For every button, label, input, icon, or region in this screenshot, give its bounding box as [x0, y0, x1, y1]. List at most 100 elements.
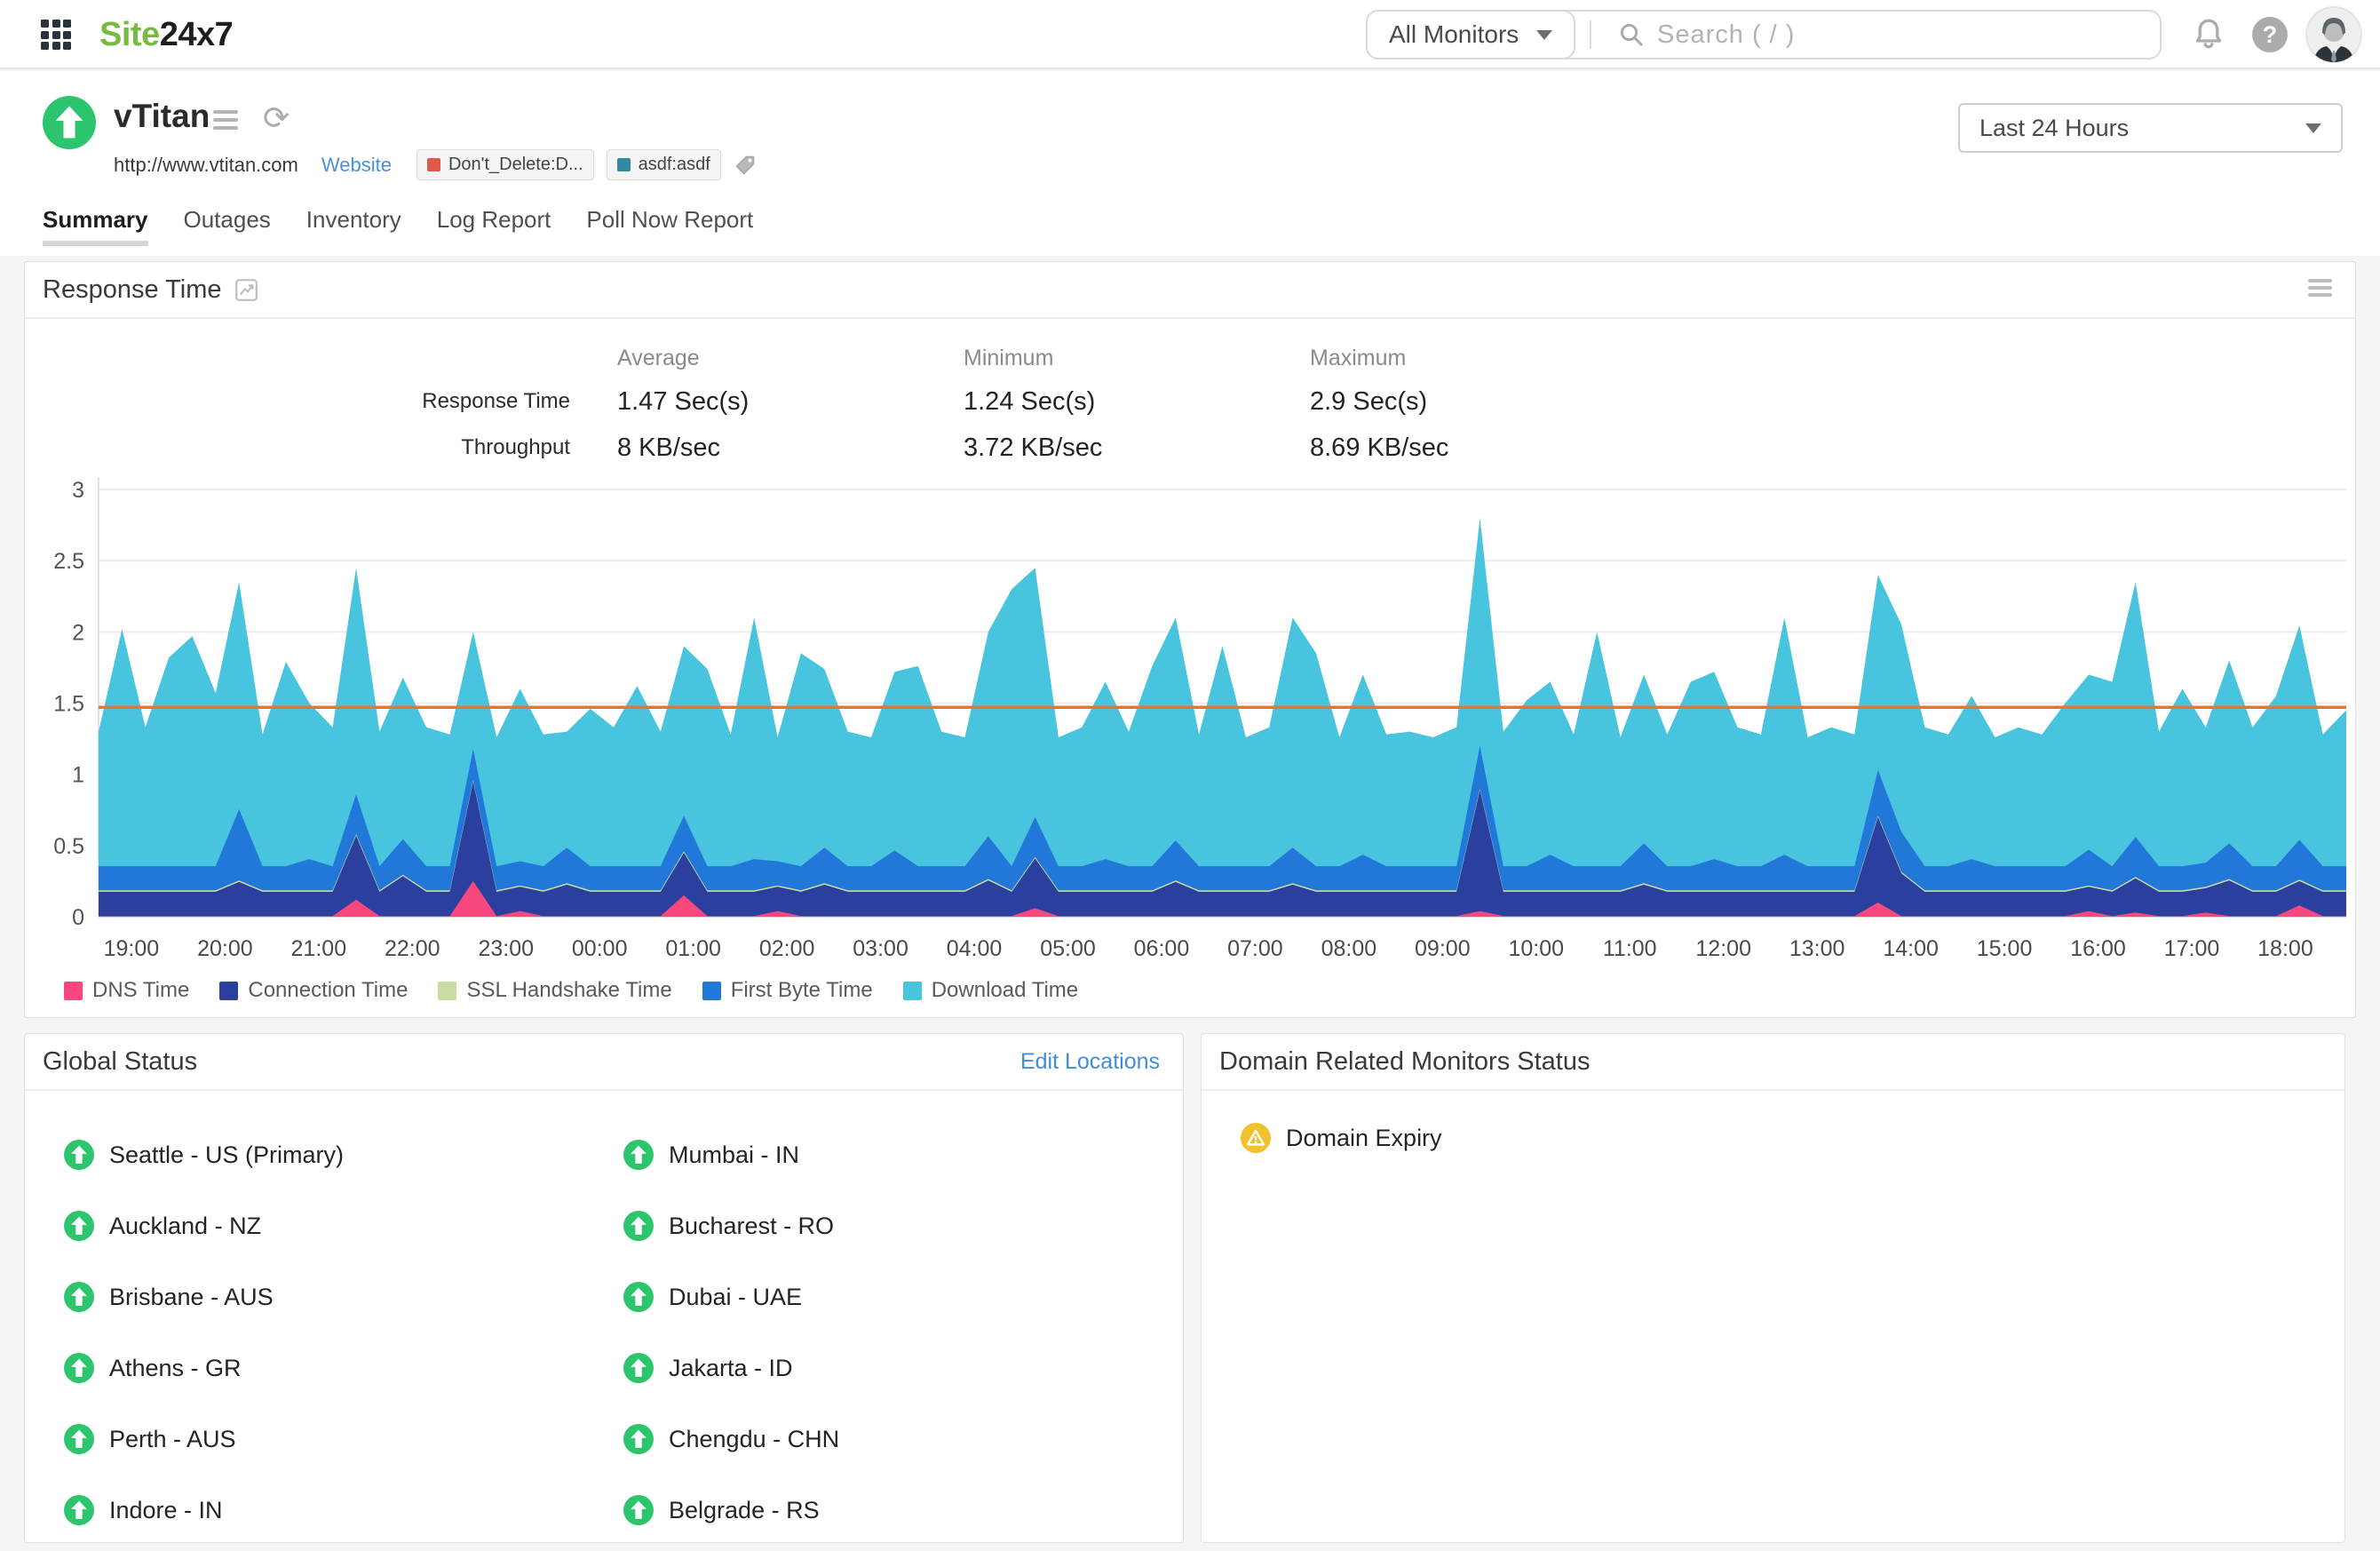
- help-icon[interactable]: ?: [2252, 17, 2288, 52]
- x-tick-label: 23:00: [478, 936, 534, 960]
- response-time-panel: Response Time AverageMinimumMaximumRespo…: [24, 261, 2356, 1018]
- monitor-scope-dropdown[interactable]: All Monitors: [1366, 10, 1575, 60]
- location-name: Indore - IN: [109, 1497, 223, 1524]
- site24x7-logo[interactable]: Site24x7: [99, 16, 233, 54]
- x-tick-label: 16:00: [2070, 936, 2126, 960]
- chevron-down-icon: [2305, 123, 2321, 133]
- x-tick-label: 17:00: [2164, 936, 2220, 960]
- tab-inventory[interactable]: Inventory: [306, 206, 401, 246]
- status-up-icon: [64, 1495, 94, 1525]
- x-tick-label: 06:00: [1134, 936, 1190, 960]
- x-tick-label: 02:00: [759, 936, 815, 960]
- location-name: Seattle - US (Primary): [109, 1141, 344, 1169]
- x-tick-label: 01:00: [665, 936, 721, 960]
- stats-value: 1.47 Sec(s): [581, 381, 927, 422]
- y-tick-label: 3: [72, 478, 84, 503]
- x-tick-label: 04:00: [947, 936, 1003, 960]
- chevron-down-icon: [1536, 30, 1552, 40]
- global-status-panel: Global Status Edit Locations Seattle - U…: [24, 1033, 1184, 1543]
- domain-monitors-panel: Domain Related Monitors Status Domain Ex…: [1201, 1033, 2345, 1543]
- monitor-scope-label: All Monitors: [1389, 20, 1536, 49]
- legend-swatch: [64, 982, 83, 1000]
- location-name: Bucharest - RO: [669, 1213, 834, 1240]
- logo-24x7: 24x7: [160, 16, 234, 53]
- legend-item-download-time[interactable]: Download Time: [903, 978, 1078, 1003]
- user-avatar[interactable]: [2305, 6, 2362, 63]
- y-tick-label: 2.5: [53, 549, 84, 574]
- response-chart[interactable]: 00.511.522.5319:0020:0021:0022:0023:0000…: [25, 463, 2357, 960]
- legend-item-connection-time[interactable]: Connection Time: [219, 978, 408, 1003]
- location-name: Auckland - NZ: [109, 1213, 261, 1240]
- chart-edit-icon[interactable]: [234, 278, 258, 302]
- location-name: Chengdu - CHN: [669, 1426, 839, 1453]
- notifications-bell-icon[interactable]: [2190, 16, 2227, 53]
- panel-menu-icon[interactable]: [2308, 279, 2332, 300]
- x-tick-label: 21:00: [291, 936, 347, 960]
- legend-swatch: [903, 982, 922, 1000]
- x-tick-label: 13:00: [1789, 936, 1845, 960]
- tab-outages[interactable]: Outages: [184, 206, 271, 246]
- monitor-type-link[interactable]: Website: [321, 154, 392, 177]
- y-tick-label: 2: [72, 620, 84, 645]
- x-tick-label: 10:00: [1509, 936, 1565, 960]
- tab-poll-now-report[interactable]: Poll Now Report: [586, 206, 753, 246]
- x-tick-label: 08:00: [1321, 936, 1377, 960]
- location-item-mumbai-in: Mumbai - IN: [623, 1119, 1183, 1190]
- stats-value: 1.24 Sec(s): [927, 381, 1273, 422]
- x-tick-label: 22:00: [385, 936, 440, 960]
- status-up-icon: [64, 1282, 94, 1312]
- stats-col-average: Average: [581, 340, 927, 376]
- location-name: Jakarta - ID: [669, 1355, 793, 1382]
- stats-col-maximum: Maximum: [1273, 340, 1620, 376]
- domain-panel-title: Domain Related Monitors Status: [1219, 1047, 1590, 1077]
- search-placeholder: Search ( / ): [1657, 20, 1795, 50]
- monitor-menu-icon[interactable]: [213, 110, 238, 134]
- x-tick-label: 18:00: [2257, 936, 2313, 960]
- status-up-icon: [623, 1211, 654, 1241]
- status-up-icon: [623, 1353, 654, 1383]
- time-range-label: Last 24 Hours: [1979, 115, 2305, 142]
- edit-locations-link[interactable]: Edit Locations: [1020, 1049, 1160, 1075]
- tag-chip-asdf-asdf[interactable]: asdf:asdf: [607, 149, 721, 180]
- legend-item-dns-time[interactable]: DNS Time: [64, 978, 189, 1003]
- time-range-dropdown[interactable]: Last 24 Hours: [1958, 103, 2343, 153]
- refresh-icon[interactable]: ⟳: [263, 99, 290, 137]
- tag-chip-don-t-delete-d[interactable]: Don't_Delete:D...: [416, 149, 594, 180]
- response-panel-title: Response Time: [43, 275, 222, 305]
- x-tick-label: 12:00: [1695, 936, 1751, 960]
- app-grid-icon[interactable]: [41, 20, 71, 50]
- search-input[interactable]: Search ( / ): [1606, 12, 2160, 58]
- divider: [1590, 20, 1591, 49]
- legend-label: SSL Handshake Time: [466, 978, 671, 1003]
- status-up-icon: [623, 1495, 654, 1525]
- status-up-icon: [64, 1353, 94, 1383]
- tag-list: Don't_Delete:D... asdf:asdf: [416, 149, 721, 180]
- location-name: Dubai - UAE: [669, 1284, 802, 1311]
- tag-icon[interactable]: [732, 152, 758, 179]
- location-item-perth-aus: Perth - AUS: [64, 1404, 623, 1475]
- response-stats-table: AverageMinimumMaximumResponse Time1.47 S…: [25, 340, 1801, 468]
- location-list: Seattle - US (Primary)Auckland - NZBrisb…: [64, 1119, 1183, 1546]
- tag-label: Don't_Delete:D...: [448, 155, 583, 175]
- tab-log-report[interactable]: Log Report: [437, 206, 551, 246]
- x-tick-label: 15:00: [1977, 936, 2033, 960]
- tab-summary[interactable]: Summary: [43, 206, 148, 246]
- global-status-header: Global Status Edit Locations: [25, 1034, 1183, 1091]
- legend-label: First Byte Time: [731, 978, 873, 1003]
- y-tick-label: 1: [72, 763, 84, 788]
- location-item-indore-in: Indore - IN: [64, 1475, 623, 1546]
- legend-label: DNS Time: [92, 978, 189, 1003]
- legend-item-first-byte-time[interactable]: First Byte Time: [702, 978, 873, 1003]
- x-tick-label: 19:00: [104, 936, 160, 960]
- legend-label: Connection Time: [248, 978, 408, 1003]
- x-tick-label: 20:00: [197, 936, 253, 960]
- location-item-dubai-uae: Dubai - UAE: [623, 1261, 1183, 1332]
- location-name: Athens - GR: [109, 1355, 242, 1382]
- monitor-name: vTitan: [114, 98, 210, 135]
- global-status-title: Global Status: [43, 1047, 197, 1077]
- x-tick-label: 07:00: [1227, 936, 1283, 960]
- legend-item-ssl-handshake-time[interactable]: SSL Handshake Time: [438, 978, 671, 1003]
- chart-legend: DNS Time Connection Time SSL Handshake Tim…: [64, 978, 1078, 1003]
- legend-swatch: [219, 982, 238, 1000]
- domain-monitor-domain-expiry[interactable]: Domain Expiry: [1241, 1123, 1442, 1153]
